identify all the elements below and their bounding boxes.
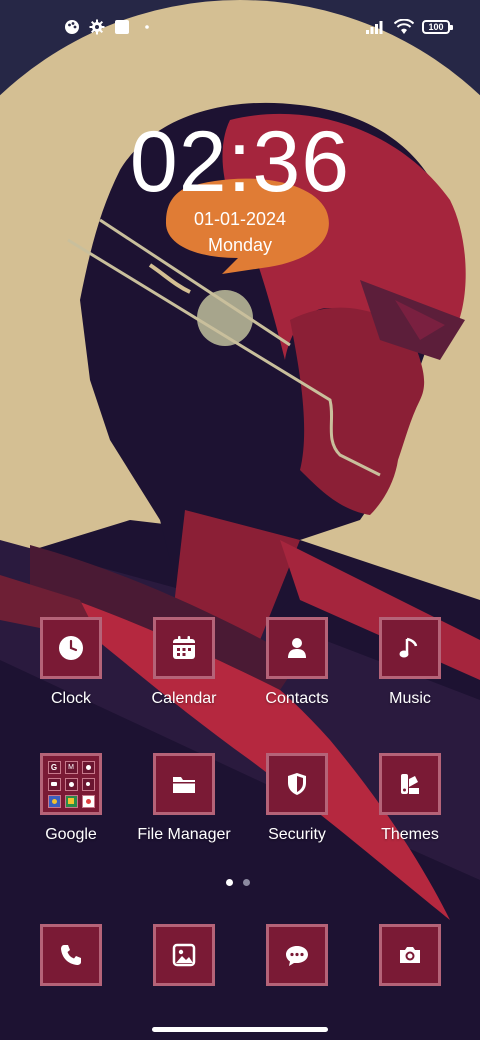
clock-icon (59, 636, 83, 660)
music-note-icon (399, 637, 418, 658)
clock-day: Monday (207, 235, 273, 255)
dock-gallery[interactable] (153, 924, 215, 986)
battery-icon: 100 (422, 20, 453, 34)
app-contacts[interactable]: Contacts (242, 617, 352, 709)
app-label: Themes (381, 826, 439, 843)
battery-level: 100 (428, 21, 444, 32)
page-dot-active[interactable] (226, 879, 233, 886)
palette-icon (65, 20, 79, 34)
square-app-icon (115, 20, 129, 34)
clock-date: 01-01-2024 (193, 209, 287, 229)
folder-icon (173, 777, 195, 793)
gear-icon (89, 19, 105, 35)
app-label: File Manager (137, 826, 231, 843)
app-label: Music (389, 690, 431, 707)
app-security[interactable]: Security (242, 753, 352, 845)
camera-icon (400, 947, 420, 963)
dock-messages[interactable] (266, 924, 328, 986)
app-label: Google (45, 826, 97, 843)
app-calendar[interactable]: Calendar (129, 617, 239, 709)
app-google-folder[interactable]: G M Google (16, 753, 126, 845)
gallery-icon (172, 943, 196, 967)
signal-icon (366, 21, 383, 34)
messages-icon (286, 946, 308, 966)
dock-camera[interactable] (379, 924, 441, 986)
page-dot[interactable] (243, 879, 250, 886)
app-label: Security (268, 826, 326, 843)
app-label: Calendar (151, 690, 217, 707)
app-label: Contacts (265, 690, 329, 707)
page-indicator (226, 879, 250, 886)
app-clock[interactable]: Clock (16, 617, 126, 709)
app-label: Clock (50, 690, 91, 707)
phone-icon (61, 945, 81, 965)
contact-person-icon (288, 638, 306, 658)
home-gesture-bar[interactable] (152, 1027, 328, 1032)
app-music[interactable]: Music (355, 617, 465, 709)
status-bar: 100 (0, 0, 480, 56)
app-themes[interactable]: Themes (355, 753, 465, 845)
dot-icon (145, 25, 149, 29)
calendar-icon (173, 636, 195, 659)
dock-phone[interactable] (40, 924, 102, 986)
themes-icon (401, 774, 419, 794)
shield-icon (288, 773, 306, 795)
wifi-icon (394, 19, 414, 34)
clock-time[interactable]: 02:36 (0, 112, 480, 212)
app-file-manager[interactable]: File Manager (129, 753, 239, 845)
google-folder-icon: G M (47, 760, 95, 808)
